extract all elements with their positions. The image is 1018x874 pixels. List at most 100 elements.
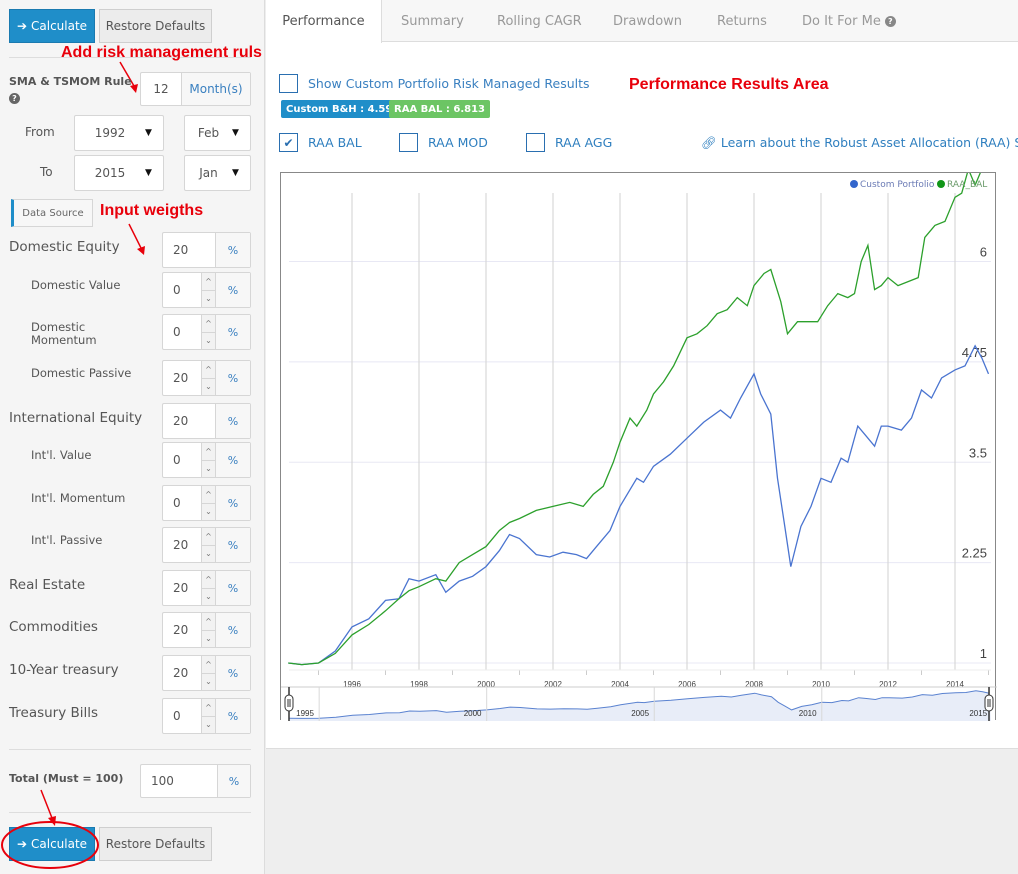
x-tick-label: 2010 [812, 680, 830, 689]
navigator-handle-left[interactable] [284, 694, 294, 712]
raa-mod-checkbox[interactable] [399, 133, 418, 152]
chevron-up-icon[interactable]: ^ [202, 613, 215, 630]
annotation-input-weights: Input weigths [100, 202, 204, 219]
asset-weight-input[interactable]: 0 ^ ⌄% [162, 485, 251, 521]
asset-label: Real Estate [9, 577, 86, 593]
tab-drawdown[interactable]: Drawdown [613, 0, 682, 42]
data-source-button[interactable]: Data Source [11, 199, 93, 227]
chevron-up-icon[interactable]: ^ [202, 361, 215, 378]
x-tick-label: 2004 [611, 680, 629, 689]
asset-weight-input[interactable]: 20 ^ ⌄% [162, 527, 251, 563]
tab-returns[interactable]: Returns [717, 0, 767, 42]
tab-rolling-cagr[interactable]: Rolling CAGR [497, 0, 582, 42]
asset-weight-input[interactable]: 0 ^ ⌄% [162, 698, 251, 734]
raa-mod-label[interactable]: RAA MOD [428, 135, 488, 150]
annotation-arrow-icon [128, 223, 145, 255]
raa-bal-checkbox[interactable]: ✔ [279, 133, 298, 152]
tab-summary[interactable]: Summary [401, 0, 464, 42]
asset-weight-input[interactable]: 0 ^ ⌄% [162, 442, 251, 478]
asset-weight-input[interactable]: 20 ^ ⌄% [162, 570, 251, 606]
from-year-select[interactable]: 1992 ▼ [74, 115, 164, 151]
asset-weight-input[interactable]: 20% [162, 403, 251, 439]
weight-value[interactable]: 20 [163, 361, 201, 395]
asset-weight-input[interactable]: 20 ^ ⌄% [162, 360, 251, 396]
caret-down-icon: ▼ [145, 168, 152, 178]
chevron-down-icon[interactable]: ⌄ [202, 629, 215, 648]
percent-unit: % [215, 443, 250, 477]
raa-agg-checkbox[interactable] [526, 133, 545, 152]
weight-stepper[interactable]: ^ ⌄ [201, 699, 215, 733]
chevron-down-icon[interactable]: ⌄ [202, 502, 215, 521]
help-icon[interactable]: ? [9, 93, 20, 104]
chevron-down-icon[interactable]: ⌄ [202, 331, 215, 350]
weight-stepper[interactable]: ^ ⌄ [201, 528, 215, 562]
chevron-up-icon[interactable]: ^ [202, 486, 215, 503]
asset-label: Domestic Momentum [31, 320, 97, 347]
chevron-up-icon[interactable]: ^ [202, 699, 215, 716]
show-custom-risk-checkbox[interactable] [279, 74, 298, 93]
chevron-down-icon[interactable]: ⌄ [202, 289, 215, 308]
restore-defaults-button-top[interactable]: Restore Defaults [99, 9, 212, 43]
show-custom-risk-label[interactable]: Show Custom Portfolio Risk Managed Resul… [308, 76, 590, 91]
to-year-select[interactable]: 2015 ▼ [74, 155, 164, 191]
chevron-down-icon[interactable]: ⌄ [202, 544, 215, 563]
weight-value[interactable]: 0 [163, 443, 201, 477]
chevron-down-icon[interactable]: ⌄ [202, 587, 215, 606]
weight-value[interactable]: 20 [163, 404, 215, 438]
chevron-down-icon[interactable]: ⌄ [202, 672, 215, 691]
x-tick-label: 2006 [678, 680, 696, 689]
percent-unit: % [215, 315, 250, 349]
chevron-up-icon[interactable]: ^ [202, 656, 215, 673]
weight-stepper[interactable]: ^ ⌄ [201, 273, 215, 307]
asset-weight-input[interactable]: 20% [162, 232, 251, 268]
weight-value[interactable]: 0 [163, 699, 201, 733]
navigator-tick-label: 2015 [969, 709, 987, 718]
calculate-button-top[interactable]: ➔ Calculate [9, 9, 95, 43]
weight-stepper[interactable]: ^ ⌄ [201, 443, 215, 477]
tab-performance[interactable]: Performance [266, 0, 382, 43]
weight-value[interactable]: 0 [163, 273, 201, 307]
raa-agg-label[interactable]: RAA AGG [555, 135, 612, 150]
asset-label: Treasury Bills [9, 705, 99, 721]
chevron-up-icon[interactable]: ^ [202, 273, 215, 290]
navigator-tick-label: 2000 [464, 709, 482, 718]
weight-value[interactable]: 20 [163, 656, 201, 690]
weight-value[interactable]: 0 [163, 486, 201, 520]
navigator-tick-label: 2005 [631, 709, 649, 718]
percent-unit: % [215, 571, 250, 605]
raa-bal-label[interactable]: RAA BAL [308, 135, 362, 150]
weight-stepper[interactable]: ^ ⌄ [201, 571, 215, 605]
weight-stepper[interactable]: ^ ⌄ [201, 613, 215, 647]
from-month-select[interactable]: Feb ▼ [184, 115, 251, 151]
badge-raa-bal: RAA BAL : 6.813 [389, 100, 490, 118]
asset-label: Domestic Value [31, 278, 121, 292]
learn-raa-link[interactable]: 🔗︎ Learn about the Robust Asset Allocati… [701, 135, 1018, 151]
weight-value[interactable]: 20 [163, 528, 201, 562]
chevron-down-icon[interactable]: ⌄ [202, 377, 215, 396]
chevron-up-icon[interactable]: ^ [202, 571, 215, 588]
weight-value[interactable]: 20 [163, 613, 201, 647]
chevron-up-icon[interactable]: ^ [202, 443, 215, 460]
weight-stepper[interactable]: ^ ⌄ [201, 361, 215, 395]
asset-weight-input[interactable]: 0 ^ ⌄% [162, 272, 251, 308]
x-tick-label: 2014 [946, 680, 964, 689]
x-tick-label: 2002 [544, 680, 562, 689]
restore-defaults-button-bottom[interactable]: Restore Defaults [99, 827, 212, 861]
asset-weight-input[interactable]: 20 ^ ⌄% [162, 655, 251, 691]
weight-value[interactable]: 0 [163, 315, 201, 349]
chevron-up-icon[interactable]: ^ [202, 315, 215, 332]
navigator-handle-right[interactable] [984, 694, 994, 712]
to-month-select[interactable]: Jan ▼ [184, 155, 251, 191]
asset-weight-input[interactable]: 0 ^ ⌄% [162, 314, 251, 350]
weight-stepper[interactable]: ^ ⌄ [201, 486, 215, 520]
chevron-down-icon[interactable]: ⌄ [202, 715, 215, 734]
asset-weight-input[interactable]: 20 ^ ⌄% [162, 612, 251, 648]
weight-value[interactable]: 20 [163, 233, 215, 267]
chevron-up-icon[interactable]: ^ [202, 528, 215, 545]
weight-value[interactable]: 20 [163, 571, 201, 605]
tab-do-it-for-me[interactable]: Do It For Me ? [802, 0, 896, 42]
weight-stepper[interactable]: ^ ⌄ [201, 315, 215, 349]
chevron-down-icon[interactable]: ⌄ [202, 459, 215, 478]
sma-months-input[interactable]: 12 Month(s) [140, 72, 251, 106]
weight-stepper[interactable]: ^ ⌄ [201, 656, 215, 690]
